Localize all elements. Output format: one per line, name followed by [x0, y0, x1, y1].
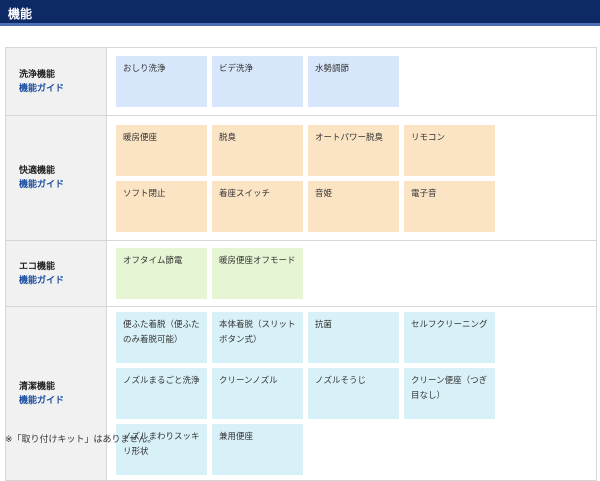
category-name: 快適機能	[19, 166, 56, 176]
category-row-comfort: 快適機能 機能ガイド 暖房便座 脱臭 オートパワー脱臭 リモコン ソフト閉止 着…	[5, 115, 597, 241]
feature-item[interactable]: 暖房便座オフモード	[212, 248, 303, 299]
feature-item[interactable]: 兼用便座	[212, 424, 303, 475]
category-name: エコ機能	[19, 261, 56, 272]
feature-guide-link[interactable]: 機能ガイド	[19, 274, 106, 288]
feature-guide-link[interactable]: 機能ガイド	[19, 394, 106, 408]
feature-item[interactable]: 暖房便座	[116, 124, 207, 176]
category-label-cell: 清潔機能 機能ガイド	[5, 306, 107, 481]
feature-item[interactable]: オートパワー脱臭	[308, 124, 399, 176]
feature-items-cell: 暖房便座 脱臭 オートパワー脱臭 リモコン ソフト閉止 着座スイッチ 音姫 電子…	[106, 115, 597, 241]
feature-item[interactable]: ノズルそうじ	[308, 368, 399, 419]
features-table: 洗浄機能 機能ガイド おしり洗浄 ビデ洗浄 水勢調節 快適機能 機能ガイド 暖房…	[5, 47, 597, 481]
section-title: 機能	[8, 7, 33, 21]
footnote-text: ※「取り付けキット」はありません。	[5, 435, 157, 445]
category-row-eco: エコ機能 機能ガイド オフタイム節電 暖房便座オフモード	[5, 240, 597, 307]
feature-item[interactable]: ソフト閉止	[116, 180, 207, 232]
feature-item[interactable]: クリーン便座（つぎ目なし）	[404, 368, 495, 419]
feature-item[interactable]: 便ふた着脱（便ふたのみ着脱可能）	[116, 312, 207, 363]
feature-item[interactable]: ビデ洗浄	[212, 56, 303, 107]
section-header: 機能	[0, 0, 600, 26]
category-label-cell: 快適機能 機能ガイド	[5, 115, 107, 241]
feature-item[interactable]: 本体着脱（スリットボタン式）	[212, 312, 303, 363]
category-name: 洗浄機能	[19, 69, 56, 80]
feature-item[interactable]: おしり洗浄	[116, 56, 207, 107]
feature-item[interactable]: 電子音	[404, 180, 495, 232]
feature-items-cell: オフタイム節電 暖房便座オフモード	[106, 240, 597, 307]
feature-item[interactable]: セルフクリーニング	[404, 312, 495, 363]
feature-items-cell: おしり洗浄 ビデ洗浄 水勢調節	[106, 47, 597, 116]
feature-guide-link[interactable]: 機能ガイド	[19, 82, 106, 96]
feature-item[interactable]: ノズルまるごと洗浄	[116, 368, 207, 419]
category-label-cell: 洗浄機能 機能ガイド	[5, 47, 107, 116]
feature-item[interactable]: 抗菌	[308, 312, 399, 363]
feature-item[interactable]: オフタイム節電	[116, 248, 207, 299]
category-label-cell: エコ機能 機能ガイド	[5, 240, 107, 307]
feature-item[interactable]: クリーンノズル	[212, 368, 303, 419]
feature-item[interactable]: リモコン	[404, 124, 495, 176]
category-row-clean: 清潔機能 機能ガイド 便ふた着脱（便ふたのみ着脱可能） 本体着脱（スリットボタン…	[5, 306, 597, 481]
category-row-wash: 洗浄機能 機能ガイド おしり洗浄 ビデ洗浄 水勢調節	[5, 47, 597, 116]
feature-items-cell: 便ふた着脱（便ふたのみ着脱可能） 本体着脱（スリットボタン式） 抗菌 セルフクリ…	[106, 306, 597, 481]
feature-item[interactable]: 着座スイッチ	[212, 180, 303, 232]
category-name: 清潔機能	[19, 381, 56, 392]
feature-item[interactable]: 水勢調節	[308, 56, 399, 107]
feature-item[interactable]: 音姫	[308, 180, 399, 232]
feature-item[interactable]: 脱臭	[212, 124, 303, 176]
feature-guide-link[interactable]: 機能ガイド	[19, 178, 106, 192]
